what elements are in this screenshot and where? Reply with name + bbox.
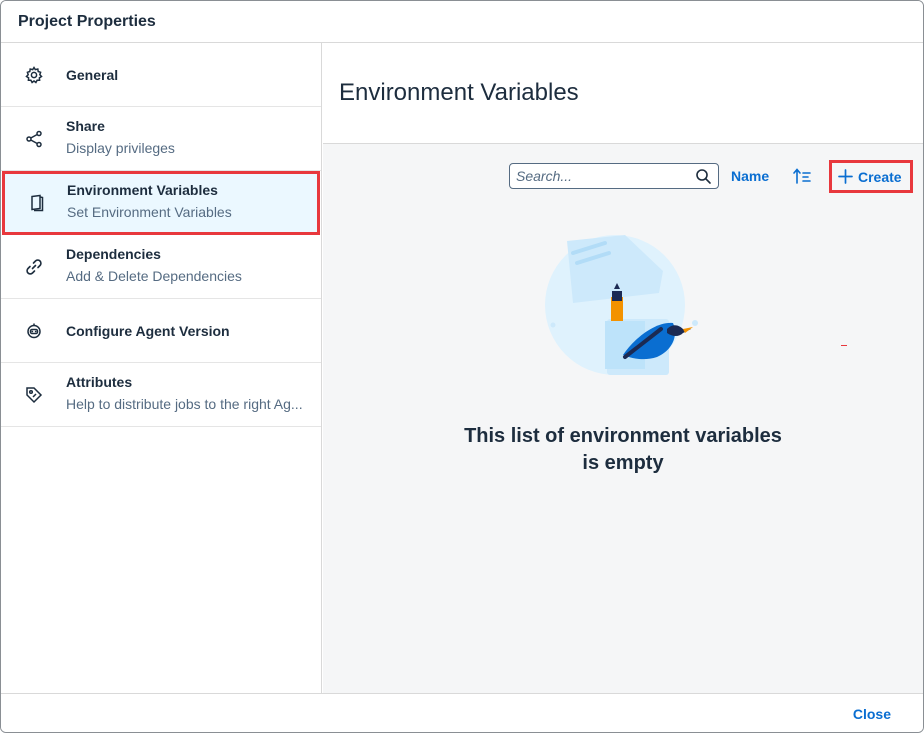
page-title: Environment Variables bbox=[339, 79, 579, 106]
empty-state-message: This list of environment variables is em… bbox=[423, 423, 823, 477]
create-button[interactable]: Create bbox=[829, 160, 913, 193]
tag-icon bbox=[23, 384, 45, 406]
sidebar-item-subtitle: Set Environment Variables bbox=[67, 204, 232, 220]
sidebar-item-label: Share bbox=[66, 118, 105, 134]
sidebar-item-label: Attributes bbox=[66, 374, 133, 390]
search-icon[interactable] bbox=[695, 168, 712, 185]
content-header: Environment Variables bbox=[323, 43, 923, 144]
empty-state-illustration bbox=[539, 233, 705, 379]
sort-ascending-icon[interactable] bbox=[793, 167, 813, 185]
sidebar-item-label: Environment Variables bbox=[67, 182, 218, 198]
sidebar-item-subtitle: Add & Delete Dependencies bbox=[66, 268, 242, 284]
project-properties-dialog: Project Properties General Share Display… bbox=[0, 0, 924, 733]
gear-icon bbox=[23, 64, 45, 86]
sidebar-item-label: Dependencies bbox=[66, 246, 161, 262]
red-mark bbox=[841, 345, 847, 346]
search-field[interactable] bbox=[509, 163, 719, 189]
sidebar-item-attributes[interactable]: Attributes Help to distribute jobs to th… bbox=[1, 363, 321, 427]
sidebar-item-dependencies[interactable]: Dependencies Add & Delete Dependencies bbox=[1, 235, 321, 299]
dialog-title: Project Properties bbox=[18, 13, 156, 30]
plus-icon bbox=[838, 169, 853, 184]
sidebar-item-share[interactable]: Share Display privileges bbox=[1, 107, 321, 171]
close-button[interactable]: Close bbox=[853, 706, 891, 722]
sidebar-item-subtitle: Help to distribute jobs to the right Ag.… bbox=[66, 396, 303, 412]
sidebar-item-subtitle: Display privileges bbox=[66, 140, 175, 156]
content-body: Name Create bbox=[323, 144, 923, 693]
sidebar-item-configure-agent-version[interactable]: Configure Agent Version bbox=[1, 299, 321, 363]
sort-by-name-button[interactable]: Name bbox=[731, 168, 769, 184]
sidebar-item-label: Configure Agent Version bbox=[66, 323, 230, 339]
dialog-footer: Close bbox=[1, 693, 923, 732]
empty-state-line-1: This list of environment variables bbox=[464, 425, 782, 447]
search-input[interactable] bbox=[516, 167, 686, 185]
share-icon bbox=[23, 128, 45, 150]
empty-state-line-2: is empty bbox=[582, 452, 664, 474]
create-button-label: Create bbox=[858, 169, 902, 185]
sidebar-item-label: General bbox=[66, 67, 119, 83]
book-icon bbox=[26, 192, 48, 214]
sidebar-item-general[interactable]: General bbox=[1, 43, 321, 107]
agent-icon bbox=[23, 320, 45, 342]
link-icon bbox=[23, 256, 45, 278]
dialog-header: Project Properties bbox=[1, 1, 923, 43]
sidebar: General Share Display privileges Environ… bbox=[1, 43, 322, 693]
sidebar-item-environment-variables[interactable]: Environment Variables Set Environment Va… bbox=[2, 171, 320, 235]
